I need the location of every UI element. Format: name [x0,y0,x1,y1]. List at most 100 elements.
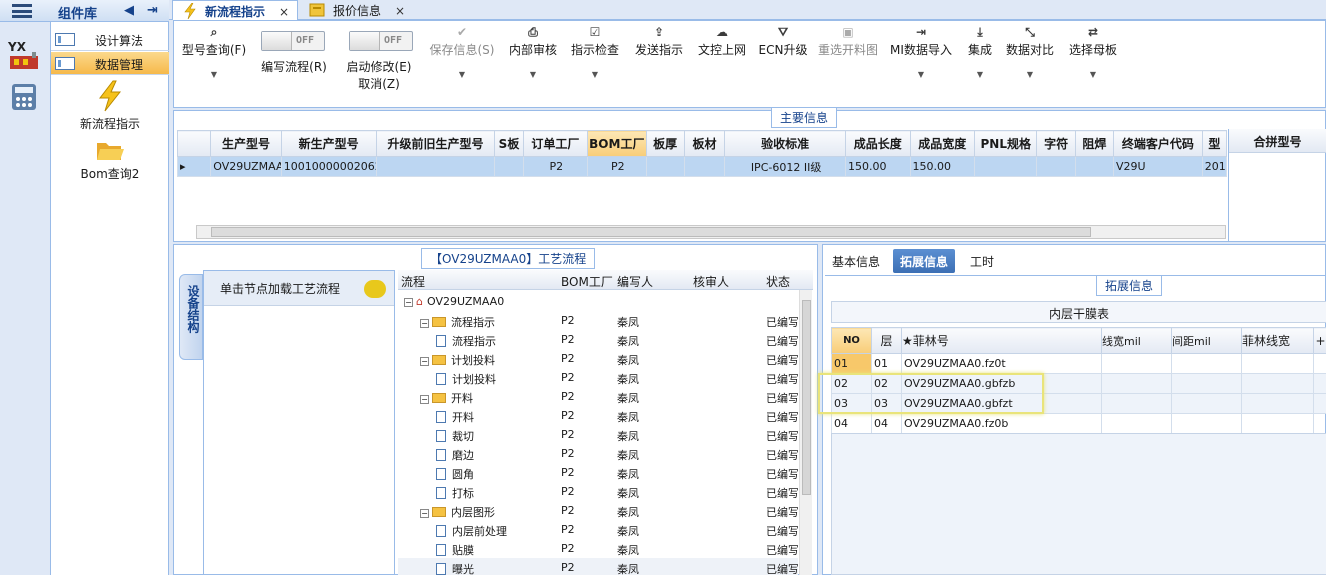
tree-node-row[interactable]: 裁切 P2 秦凤 已编写 [398,425,798,444]
tree-node-row[interactable]: 流程指示 P2 秦凤 已编写 [398,330,798,349]
start-modify-toggle[interactable]: OFF [349,31,413,51]
column-header[interactable]: 状态 [766,273,790,290]
column-header[interactable]: 编写人 [617,273,653,290]
tile-bom-query[interactable]: Bom查询2 [51,138,169,182]
column-header[interactable]: ★菲林号 [901,327,1102,354]
tree-node-label[interactable]: − 流程指示 [420,314,495,330]
tree-node-row[interactable]: − 流程指示 P2 秦凤 已编写 [398,311,798,330]
column-header[interactable]: PNL规格 [973,130,1038,157]
table-cell[interactable] [1171,373,1242,394]
table-cell[interactable]: P2 [522,156,589,177]
tree-node-label[interactable]: 开料 [436,409,474,425]
tree-node-label[interactable]: 流程指示 [436,333,496,349]
column-header[interactable]: 成品宽度 [909,130,976,157]
library-item-design-algorithm[interactable]: 设计算法 [51,28,169,51]
tile-new-process[interactable]: 新流程指示 [51,80,169,132]
collapse-icon[interactable]: − [420,357,429,366]
column-header[interactable]: NO [831,327,872,354]
table-cell[interactable] [1171,413,1242,434]
table-cell[interactable] [1101,353,1172,374]
close-icon[interactable]: × [279,5,289,19]
instruction-check-button[interactable]: ☑ 指示检查 ▼ [569,25,621,79]
column-header[interactable]: 成品长度 [845,130,911,157]
table-cell[interactable] [1241,413,1314,434]
tree-node-row[interactable]: 计划投料 P2 秦凤 已编写 [398,368,798,387]
table-row[interactable]: ▸ OV29UZMAA0 10010000002062 P2 P2 IPC-60… [176,156,1228,177]
tab-equipment-structure[interactable]: 设备结构 [179,274,203,360]
column-header[interactable]: 生产型号 [210,130,282,157]
tree-node-label[interactable]: 曝光 [436,561,474,575]
column-header[interactable]: 板材 [683,130,726,157]
table-cell[interactable]: OV29UZMAA0 [210,156,282,177]
table-cell[interactable] [1171,393,1242,414]
cancel-label[interactable]: 取消(Z) [339,75,419,92]
tree-node-label[interactable]: 贴膜 [436,542,474,558]
tree-node-label[interactable]: 裁切 [436,428,474,444]
column-header[interactable]: BOM工厂 [561,273,613,290]
column-header[interactable]: 终端客户代码 [1113,130,1203,157]
tree-node-row[interactable]: 开料 P2 秦凤 已编写 [398,406,798,425]
collapse-icon[interactable]: − [420,395,429,404]
library-item-data-management[interactable]: 数据管理 [51,52,169,75]
tree-node-label[interactable]: − 计划投料 [420,352,495,368]
table-cell[interactable]: 150.00 [845,156,911,177]
column-header[interactable]: S板 [494,130,524,157]
tree-node-row[interactable]: 打标 P2 秦凤 已编写 [398,482,798,501]
table-cell[interactable] [1241,353,1314,374]
save-info-button[interactable]: ✔ 保存信息(S) ▼ [425,25,499,79]
table-cell[interactable] [1313,413,1326,434]
doc-control-online-button[interactable]: ☁ 文控上网 [695,25,749,58]
mi-data-import-button[interactable]: ⇥ MI数据导入 ▼ [890,25,952,79]
calculator-icon[interactable] [6,82,42,116]
table-cell[interactable] [1241,373,1314,394]
table-cell[interactable] [1074,156,1115,177]
tree-node-row[interactable]: 磨边 P2 秦凤 已编写 [398,444,798,463]
table-cell[interactable]: V29U [1113,156,1203,177]
tree-node-label[interactable]: − ⌂ OV29UZMAA0 [404,295,504,308]
tree-node-label[interactable]: − 开料 [420,390,473,406]
table-row[interactable]: 04 04 OV29UZMAA0.fz0b [831,413,1326,434]
tree-node-row[interactable]: 圆角 P2 秦凤 已编写 [398,463,798,482]
tree-node-row[interactable]: 内层前处理 P2 秦凤 已编写 [398,520,798,539]
collapse-icon[interactable]: − [420,509,429,518]
tab-work-hours[interactable]: 工时 [963,249,1001,273]
table-cell[interactable] [1313,393,1326,414]
internal-review-button[interactable]: ⎙ 内部审核 ▼ [506,25,560,79]
yx-factory-icon[interactable]: YX [6,38,42,72]
table-row[interactable]: 01 01 OV29UZMAA0.fz0t [831,353,1326,374]
table-cell[interactable]: 04 [831,413,872,434]
table-cell[interactable] [1171,353,1242,374]
tree-node-label[interactable]: 计划投料 [436,371,496,387]
table-cell[interactable] [1241,393,1314,414]
tab-basic-info[interactable]: 基本信息 [825,249,887,273]
tree-node-row[interactable]: 贴膜 P2 秦凤 已编写 [398,539,798,558]
tree-node-row[interactable]: − 内层图形 P2 秦凤 已编写 [398,501,798,520]
column-header[interactable]: 层 [871,327,902,354]
tab-new-process[interactable]: 新流程指示 × [172,0,299,20]
table-cell[interactable] [683,156,726,177]
tree-node-label[interactable]: − 内层图形 [420,504,495,520]
table-cell[interactable] [1313,373,1326,394]
table-cell[interactable]: 01 [871,353,902,374]
scrollbar-thumb[interactable] [211,227,1091,237]
column-header[interactable]: 型 [1201,130,1228,157]
table-cell[interactable]: 10010000002062 [280,156,377,177]
send-instruction-button[interactable]: ⇪ 发送指示 [632,25,686,58]
reselect-cut-drawing-button[interactable]: ▣ 重选开料图 [815,25,881,58]
tree-node-label[interactable]: 磨边 [436,447,474,463]
table-cell[interactable] [1101,413,1172,434]
table-cell[interactable] [375,156,496,177]
table-cell[interactable]: 201 [1201,156,1228,177]
column-header[interactable]: 订单工厂 [522,130,589,157]
data-compare-button[interactable]: ⤡ 数据对比 ▼ [1004,25,1056,79]
vertical-scrollbar[interactable] [799,290,812,575]
column-header[interactable]: 间距mil [1171,327,1242,354]
tree-node-label[interactable]: 内层前处理 [436,523,507,539]
model-query-button[interactable]: ⌕ 型号查询(F) ▼ [178,25,250,79]
tree-node-row[interactable]: − 开料 P2 秦凤 已编写 [398,387,798,406]
write-process-toggle[interactable]: OFF [261,31,325,51]
table-cell[interactable]: 150.00 [909,156,976,177]
collapse-icon[interactable]: − [420,319,429,328]
ecn-upgrade-button[interactable]: ⛛ ECN升级 [758,25,808,58]
select-motherboard-button[interactable]: ⇄ 选择母板 ▼ [1066,25,1120,79]
